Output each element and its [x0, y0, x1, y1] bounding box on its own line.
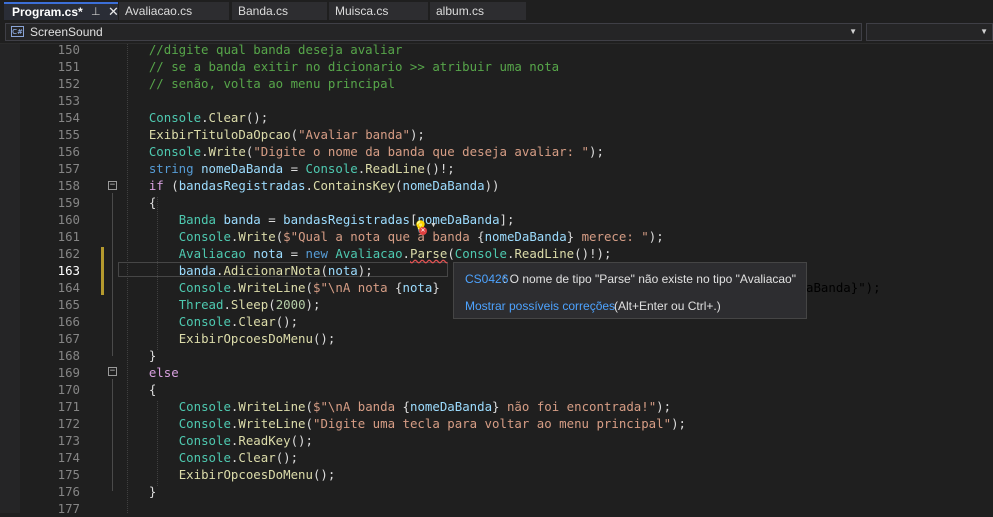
code-comment: // se a banda exitir no dicionario >> at… [148, 59, 560, 74]
code-line: 172 Console.WriteLine("Digite uma tecla … [0, 415, 993, 432]
tab-label: Muisca.cs [335, 4, 389, 18]
code-line: 177 [0, 500, 993, 517]
tab-program-cs[interactable]: Program.cs* ⊥ ✕ [4, 2, 119, 20]
line-number: 157 [57, 161, 80, 176]
code-line: 152 // senão, volta ao menu principal [0, 75, 993, 92]
show-fixes-link[interactable]: Mostrar possíveis correções [465, 299, 615, 313]
code-line: 154 Console.Clear(); [0, 109, 993, 126]
csharp-project-icon: C# [11, 26, 24, 37]
code-line: 161 Console.Write($"Qual a nota que a ba… [0, 228, 993, 245]
line-number: 160 [57, 212, 80, 227]
error-code-link[interactable]: CS0426 [465, 272, 508, 286]
line-number: 169 [57, 365, 80, 380]
chevron-down-icon: ▼ [430, 222, 437, 229]
code-fragment: aBanda}"); [806, 280, 881, 295]
line-number: 152 [57, 76, 80, 91]
code-line: 170 { [0, 381, 993, 398]
code-line: 175 ExibirOpcoesDoMenu(); [0, 466, 993, 483]
code-line: 174 Console.Clear(); [0, 449, 993, 466]
project-name: ScreenSound [30, 25, 103, 39]
tab-label: Banda.cs [238, 4, 289, 18]
line-number: 174 [57, 450, 80, 465]
line-number: 167 [57, 331, 80, 346]
line-number: 162 [57, 246, 80, 261]
document-tab-bar: Program.cs* ⊥ ✕ Avaliacao.cs Banda.cs Mu… [0, 0, 993, 20]
error-badge-icon: ✕ [419, 227, 427, 235]
line-number: 166 [57, 314, 80, 329]
code-line: 155 ExibirTituloDaOpcao("Avaliar banda")… [0, 126, 993, 143]
code-line: 168 } [0, 347, 993, 364]
error-message: : O nome de tipo "Parse" não existe no t… [503, 272, 796, 286]
line-number: 170 [57, 382, 80, 397]
tab-album-cs[interactable]: album.cs [430, 2, 526, 20]
code-line: 173 Console.ReadKey(); [0, 432, 993, 449]
code-line: 150 //digite qual banda deseja avaliar [0, 41, 993, 58]
close-icon[interactable]: ✕ [108, 4, 119, 20]
line-number: 177 [57, 501, 80, 516]
code-comment: // senão, volta ao menu principal [148, 76, 396, 91]
line-number: 153 [57, 93, 80, 108]
line-number: 159 [57, 195, 80, 210]
line-number: 161 [57, 229, 80, 244]
tab-muisca-cs[interactable]: Muisca.cs [329, 2, 428, 20]
line-number: 165 [57, 297, 80, 312]
tab-label: Avaliacao.cs [125, 4, 193, 18]
tab-label: Program.cs* [12, 5, 83, 19]
code-line: 162 Avaliacao nota = new Avaliacao.Parse… [0, 245, 993, 262]
code-line: 151 // se a banda exitir no dicionario >… [0, 58, 993, 75]
tab-avaliacao-cs[interactable]: Avaliacao.cs [119, 2, 229, 20]
chevron-down-icon: ▼ [980, 27, 988, 36]
chevron-down-icon: ▼ [849, 27, 857, 36]
tab-banda-cs[interactable]: Banda.cs [232, 2, 327, 20]
line-number: 173 [57, 433, 80, 448]
lightbulb-error-icon[interactable]: 💡 ✕ ▼ [413, 220, 439, 236]
line-number: 154 [57, 110, 80, 125]
line-number: 176 [57, 484, 80, 499]
line-number: 168 [57, 348, 80, 363]
code-line: 160 Banda banda = bandasRegistradas[nome… [0, 211, 993, 228]
project-dropdown[interactable]: C# ScreenSound ▼ [5, 23, 862, 41]
code-line: 169 else [0, 364, 993, 381]
member-dropdown[interactable]: ▼ [866, 23, 993, 41]
pin-icon[interactable]: ⊥ [91, 4, 101, 20]
code-line: 171 Console.WriteLine($"\nA banda {nomeD… [0, 398, 993, 415]
line-number: 150 [57, 42, 80, 57]
code-line: 156 Console.Write("Digite o nome da band… [0, 143, 993, 160]
code-line: 158 if (bandasRegistradas.ContainsKey(no… [0, 177, 993, 194]
line-number: 158 [57, 178, 80, 193]
line-number: 164 [57, 280, 80, 295]
error-squiggle[interactable]: Parse [410, 246, 447, 261]
code-line: 176 } [0, 483, 993, 500]
shortcut-hint: (Alt+Enter ou Ctrl+.) [614, 299, 721, 313]
error-tooltip: CS0426 : O nome de tipo "Parse" não exis… [453, 262, 807, 319]
tab-label: album.cs [436, 4, 485, 18]
line-number: 171 [57, 399, 80, 414]
line-number: 175 [57, 467, 80, 482]
code-line: 167 ExibirOpcoesDoMenu(); [0, 330, 993, 347]
line-number: 163 [57, 263, 80, 278]
line-number: 156 [57, 144, 80, 159]
code-line: 157 string nomeDaBanda = Console.ReadLin… [0, 160, 993, 177]
line-number: 172 [57, 416, 80, 431]
code-line: 153 [0, 92, 993, 109]
line-number: 155 [57, 127, 80, 142]
line-number: 151 [57, 59, 80, 74]
code-line: 159 { [0, 194, 993, 211]
code-comment: //digite qual banda deseja avaliar [148, 42, 403, 57]
